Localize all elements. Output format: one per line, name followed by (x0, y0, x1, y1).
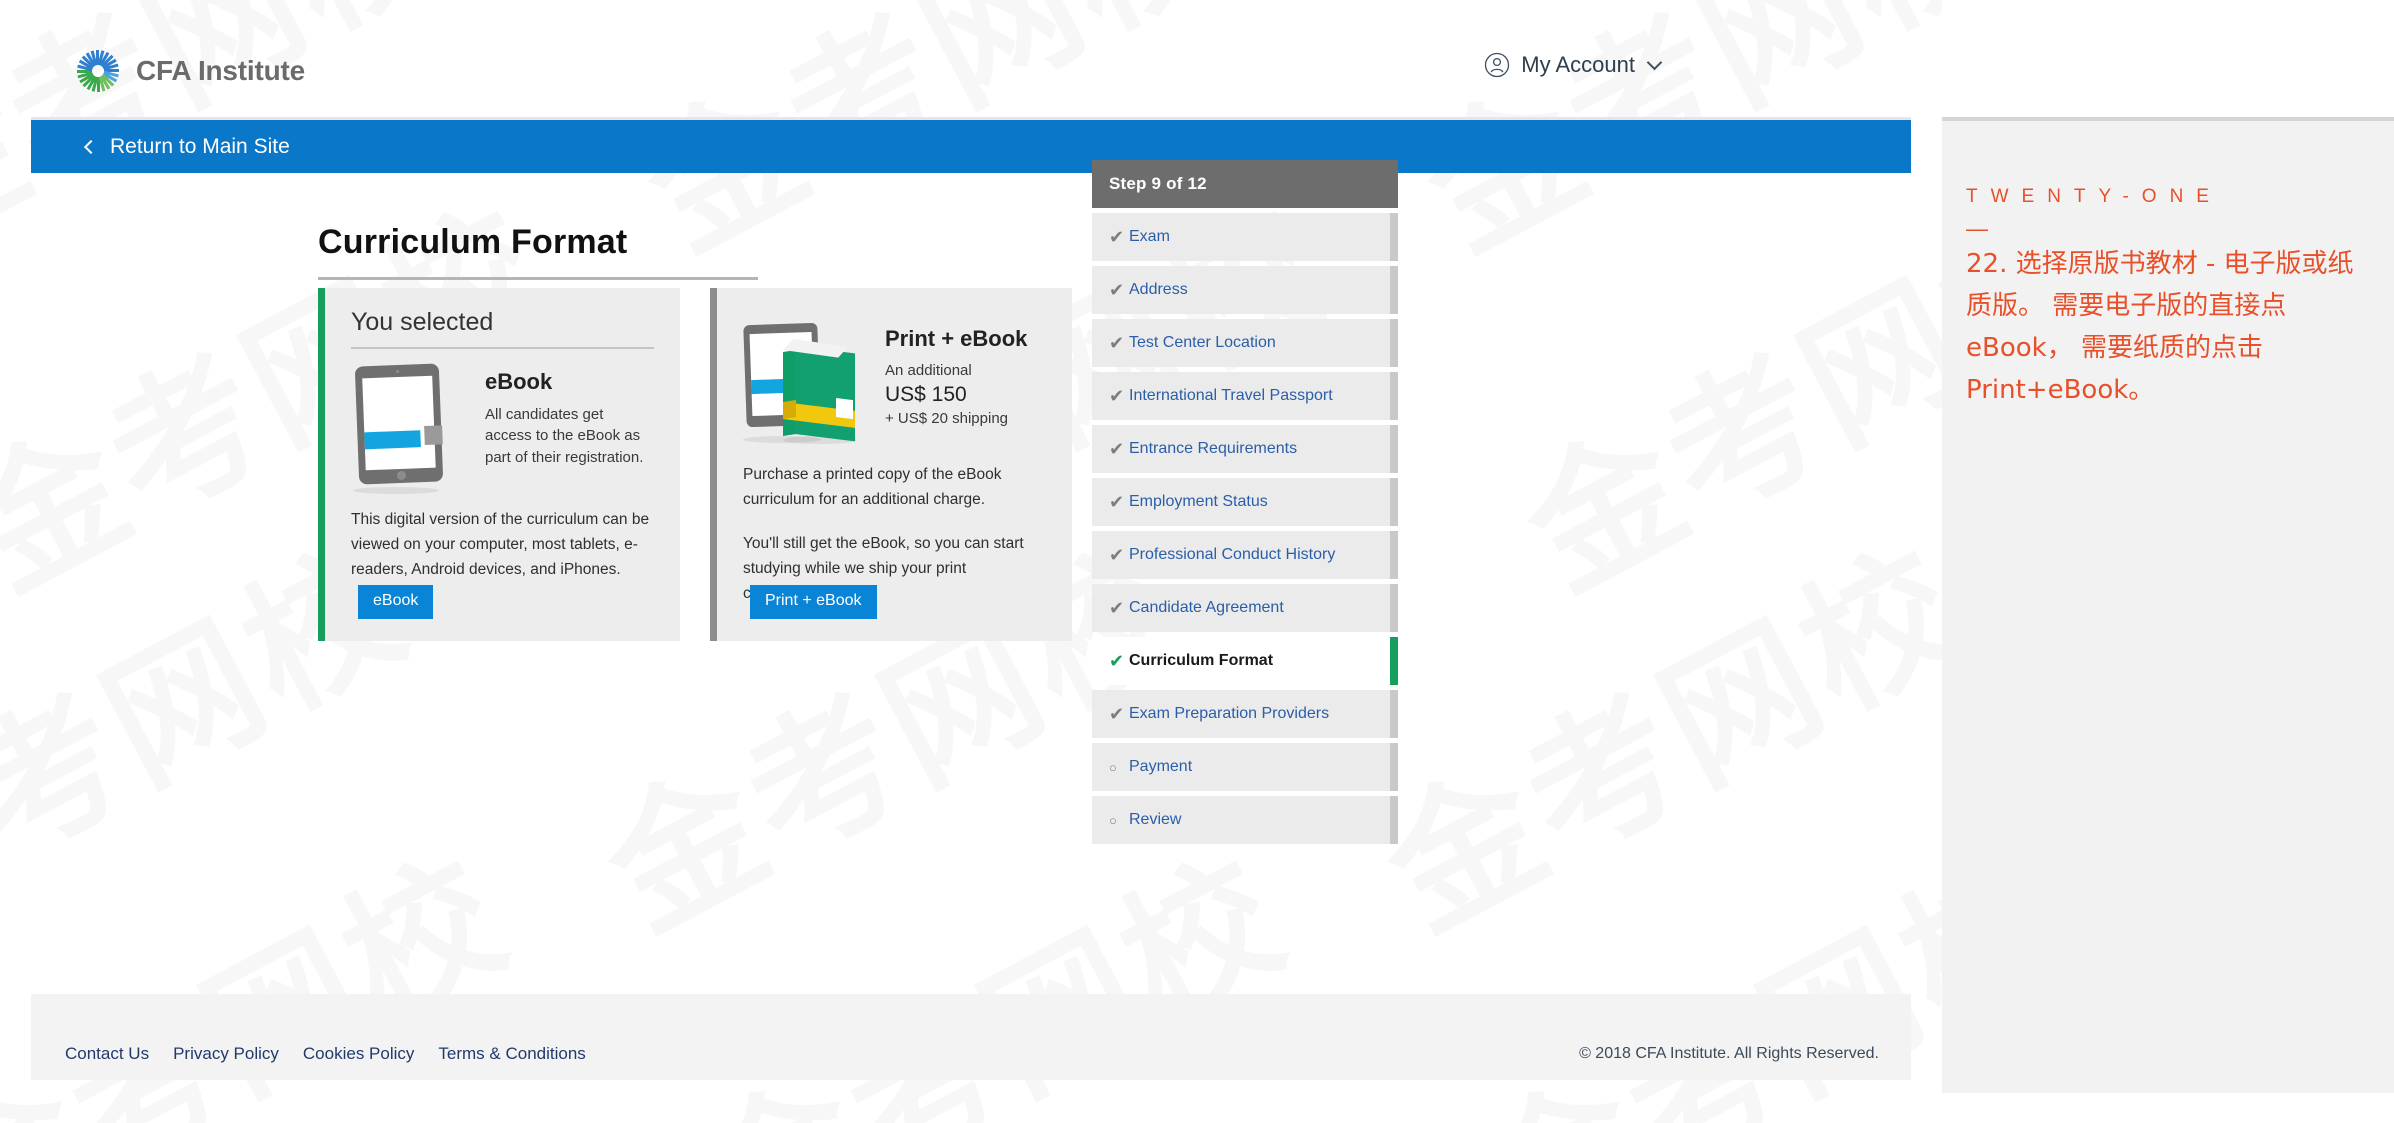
step-item[interactable]: ✔ Professional Conduct History (1092, 531, 1398, 579)
ebook-card-heading: You selected (351, 308, 494, 336)
step-item[interactable]: ✔ Employment Status (1092, 478, 1398, 526)
step-item-label: Employment Status (1129, 493, 1268, 510)
step-item[interactable]: ✔ Curriculum Format (1092, 637, 1398, 685)
return-to-main-site-label: Return to Main Site (110, 134, 290, 158)
my-account-menu[interactable]: My Account (1484, 52, 1663, 78)
chevron-left-icon (83, 139, 99, 154)
step-item-status-bar (1390, 478, 1398, 526)
circle-outline-icon: ○ (1109, 759, 1117, 775)
ebook-card-divider (351, 347, 654, 349)
step-item-status-bar (1390, 743, 1398, 791)
annotation-panel: TWENTY-ONE — 22. 选择原版书教材 - 电子版或纸质版。 需要电子… (1942, 0, 2394, 1123)
step-list: ✔ Exam ✔ Address ✔ Test Center Location ✔ Inter… (1092, 213, 1398, 844)
footer-link[interactable]: Privacy Policy (173, 1044, 279, 1064)
cfa-logo[interactable]: CFA Institute (74, 47, 305, 95)
browser-page: CFA Institute My Account Return to Main … (0, 0, 1942, 1123)
chevron-down-icon (1646, 54, 1663, 71)
step-item-status-bar (1390, 796, 1398, 844)
book-and-tablet-icon (743, 322, 871, 444)
footer-link[interactable]: Cookies Policy (303, 1044, 415, 1064)
print-ebook-select-button[interactable]: Print + eBook (750, 585, 877, 619)
circle-outline-icon: ○ (1109, 812, 1117, 828)
annotation-body: TWENTY-ONE — 22. 选择原版书教材 - 电子版或纸质版。 需要电子… (1942, 117, 2394, 1093)
ebook-product-description: All candidates get access to the eBook a… (485, 406, 644, 466)
step-item-label: Candidate Agreement (1129, 599, 1284, 616)
step-item-status-bar (1390, 425, 1398, 473)
checkmark-icon: ✔ (1109, 332, 1125, 353)
step-item[interactable]: ✔ Entrance Requirements (1092, 425, 1398, 473)
step-navigation: Step 9 of 12 ✔ Exam ✔ Address ✔ Test Center L… (1092, 160, 1398, 844)
ebook-product-title: eBook (485, 369, 553, 394)
step-item-label: Curriculum Format (1129, 652, 1274, 669)
checkmark-icon: ✔ (1109, 279, 1125, 300)
checkmark-icon: ✔ (1109, 438, 1125, 459)
user-circle-icon (1484, 52, 1510, 78)
checkmark-icon: ✔ (1109, 650, 1125, 671)
step-item-label: Entrance Requirements (1129, 440, 1298, 457)
annotation-kicker: TWENTY-ONE (1966, 186, 2222, 207)
ebook-product: eBook All candidates get access to the e… (351, 363, 654, 494)
ebook-select-button[interactable]: eBook (358, 585, 434, 619)
checkmark-icon: ✔ (1109, 703, 1125, 724)
page-title: Curriculum Format (318, 223, 628, 261)
step-item-label: Payment (1129, 758, 1193, 775)
print-ebook-body-paragraph-1: Purchase a printed copy of the eBook cur… (743, 466, 1002, 509)
print-ebook-product: Print + eBook An additional US$ 150 + US… (743, 320, 1046, 444)
step-item-label: Professional Conduct History (1129, 546, 1336, 563)
checkmark-icon: ✔ (1109, 597, 1125, 618)
logo-text: CFA Institute (136, 55, 306, 86)
print-ebook-card: Print + eBook An additional US$ 150 + US… (710, 288, 1072, 641)
shipping-amount: + US$ 20 shipping (885, 409, 1009, 427)
footer-links: Contact Us Privacy Policy Cookies Policy Te… (65, 1044, 586, 1064)
step-item[interactable]: ✔ Test Center Location (1092, 319, 1398, 367)
footer-link[interactable]: Contact Us (65, 1044, 149, 1064)
step-item-status-bar (1390, 213, 1398, 261)
step-item-label: Exam (1129, 228, 1170, 245)
step-item[interactable]: ○ Payment (1092, 743, 1398, 791)
step-item-status-bar (1390, 372, 1398, 420)
step-item-label: Address (1129, 281, 1188, 298)
checkmark-icon: ✔ (1109, 226, 1125, 247)
title-divider (318, 277, 758, 280)
site-header: CFA Institute My Account (0, 0, 1942, 117)
step-counter: Step 9 of 12 (1092, 160, 1398, 208)
step-item[interactable]: ✔ Address (1092, 266, 1398, 314)
copyright-text: © 2018 CFA Institute. All Rights Reserve… (1579, 1045, 1879, 1062)
cfa-pinwheel-logo-icon (74, 47, 122, 95)
step-item-label: Exam Preparation Providers (1129, 705, 1330, 722)
step-item-label: Review (1129, 811, 1182, 828)
step-item-label: Test Center Location (1129, 334, 1276, 351)
step-item-status-bar (1390, 319, 1398, 367)
annotation-dash: — (1966, 216, 1988, 241)
price-prefix: An additional (885, 362, 972, 379)
return-to-main-site-bar[interactable]: Return to Main Site (31, 117, 1911, 173)
checkmark-icon: ✔ (1109, 491, 1125, 512)
screenshot-root: 金考网校 金考网校 金考网校 金考网校 金考网校 金考网校 金考网校 金考网校 … (0, 0, 2394, 1123)
step-item-status-bar (1390, 637, 1398, 685)
footer-link[interactable]: Terms & Conditions (438, 1044, 585, 1064)
ebook-card: You selected eBook All candidates get ac… (318, 288, 680, 641)
step-item-label: International Travel Passport (1129, 387, 1333, 404)
site-footer: Contact Us Privacy Policy Cookies Policy Te… (31, 994, 1911, 1080)
step-item-status-bar (1390, 531, 1398, 579)
ebook-card-body: This digital version of the curriculum c… (351, 511, 650, 579)
checkmark-icon: ✔ (1109, 544, 1125, 565)
step-item[interactable]: ✔ Exam Preparation Providers (1092, 690, 1398, 738)
checkmark-icon: ✔ (1109, 385, 1125, 406)
step-item-status-bar (1390, 266, 1398, 314)
step-item[interactable]: ✔ Candidate Agreement (1092, 584, 1398, 632)
annotation-text: 22. 选择原版书教材 - 电子版或纸质版。 需要电子版的直接点 eBook， … (1966, 249, 2354, 406)
step-item[interactable]: ✔ International Travel Passport (1092, 372, 1398, 420)
step-item-status-bar (1390, 584, 1398, 632)
print-ebook-product-title: Print + eBook (885, 326, 1028, 351)
price-amount: US$ 150 (885, 383, 967, 407)
step-item[interactable]: ○ Review (1092, 796, 1398, 844)
my-account-label: My Account (1521, 52, 1635, 77)
step-item-status-bar (1390, 690, 1398, 738)
tablet-icon (351, 363, 471, 494)
step-item[interactable]: ✔ Exam (1092, 213, 1398, 261)
